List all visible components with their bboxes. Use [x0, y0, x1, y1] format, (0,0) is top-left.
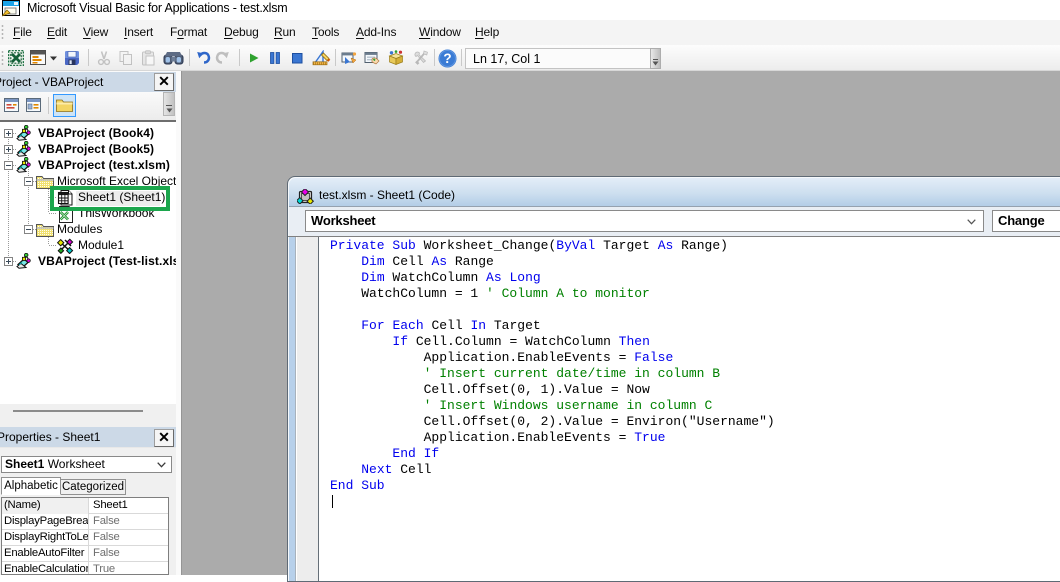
svg-text:?: ?: [443, 51, 451, 66]
